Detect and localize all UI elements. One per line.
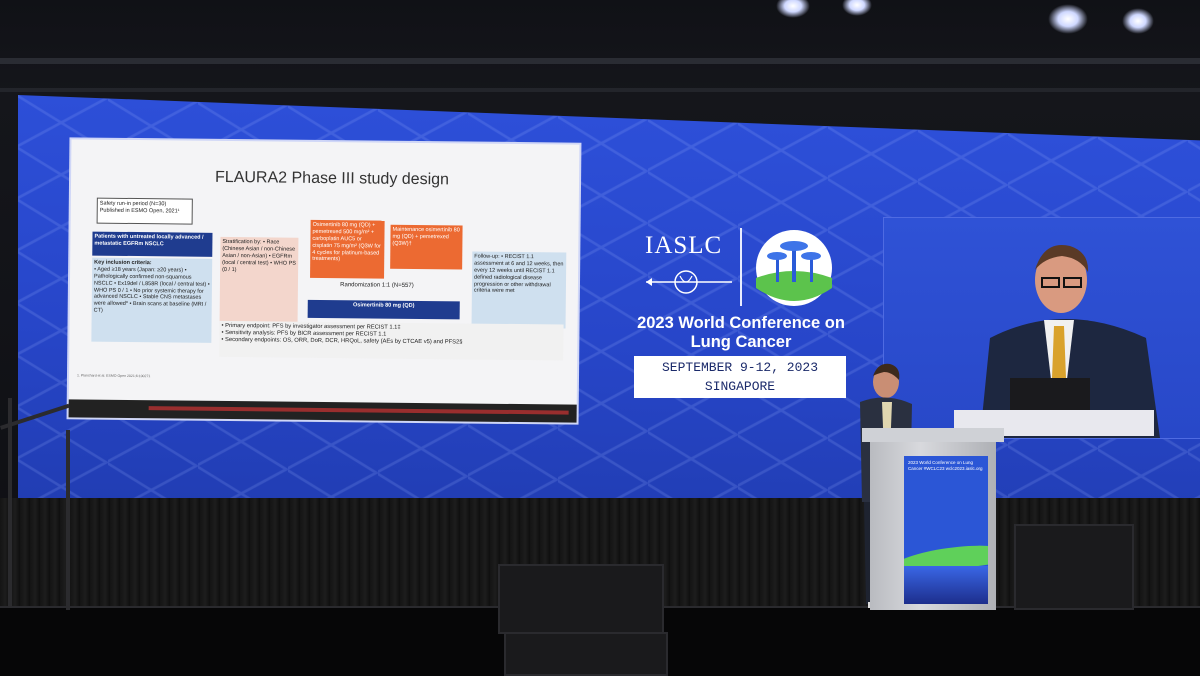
randomization-label: Randomization 1:1 (N=557)	[340, 282, 414, 289]
speaker-video-panel	[884, 218, 1200, 438]
conference-location: SINGAPORE	[704, 379, 776, 394]
safety-runin-box: Safety run-in period (N=30) Published in…	[96, 197, 193, 225]
slide-footnote: 1. Planchard et al. ESMO Open 2021;6:100…	[76, 373, 151, 379]
podium: 2023 World Conference on Lung Cancer #WC…	[862, 428, 1004, 610]
stage-speaker-stack	[504, 632, 668, 676]
logo-divider	[740, 228, 742, 306]
iaslc-emblem-icon	[646, 270, 732, 294]
stage-monitor-speaker	[1014, 524, 1134, 610]
podium-branding-text: 2023 World Conference on Lung Cancer #WC…	[908, 460, 983, 471]
conference-date-box: SEPTEMBER 9-12, 2023 SINGAPORE	[634, 356, 846, 398]
podium-panel: 2023 World Conference on Lung Cancer #WC…	[904, 456, 988, 604]
ceiling-truss	[0, 58, 1200, 64]
maintenance-box: Maintenance osimertinib 80 mg (QD) + pem…	[390, 224, 463, 270]
combo-arm-box: Osimertinib 80 mg (QD) + pemetrexed 500 …	[310, 219, 385, 279]
stage-light	[1048, 4, 1088, 34]
conference-dates: SEPTEMBER 9-12, 2023	[661, 360, 819, 375]
stage-light	[1122, 8, 1154, 34]
podium-top	[862, 428, 1004, 442]
conference-stage-scene: FLAURA2 Phase III study design Safety ru…	[0, 0, 1200, 676]
podium-skyline	[904, 566, 988, 604]
ceiling-truss-lower	[0, 88, 1200, 92]
stage-light	[776, 0, 810, 18]
stair-railing	[8, 398, 12, 608]
presentation-slide: FLAURA2 Phase III study design Safety ru…	[68, 139, 580, 423]
stage-light	[842, 0, 872, 16]
slide-title: FLAURA2 Phase III study design	[214, 168, 450, 189]
patients-box: Patients with untreated locally advanced…	[92, 231, 213, 257]
criteria-list: • Aged ≥18 years (Japan: ≥20 years) • Pa…	[93, 266, 210, 314]
stage-monitor-speaker	[498, 564, 664, 634]
stair-railing	[66, 430, 70, 610]
iaslc-logo-text: IASLC	[645, 232, 723, 259]
endpoints-box: • Primary endpoint: PFS by investigator …	[219, 320, 564, 361]
inclusion-criteria-box: Key inclusion criteria: • Aged ≥18 years…	[91, 257, 213, 343]
mono-arm-box: Osimertinib 80 mg (QD)	[307, 299, 460, 320]
criteria-heading: Key inclusion criteria:	[94, 259, 152, 267]
supertree-logo-icon	[756, 230, 832, 306]
conference-title: 2023 World Conference on Lung Cancer	[637, 314, 845, 351]
followup-box: Follow-up: • RECIST 1.1 assessment at 6 …	[471, 251, 567, 329]
speaker-video-figure	[980, 245, 1160, 438]
